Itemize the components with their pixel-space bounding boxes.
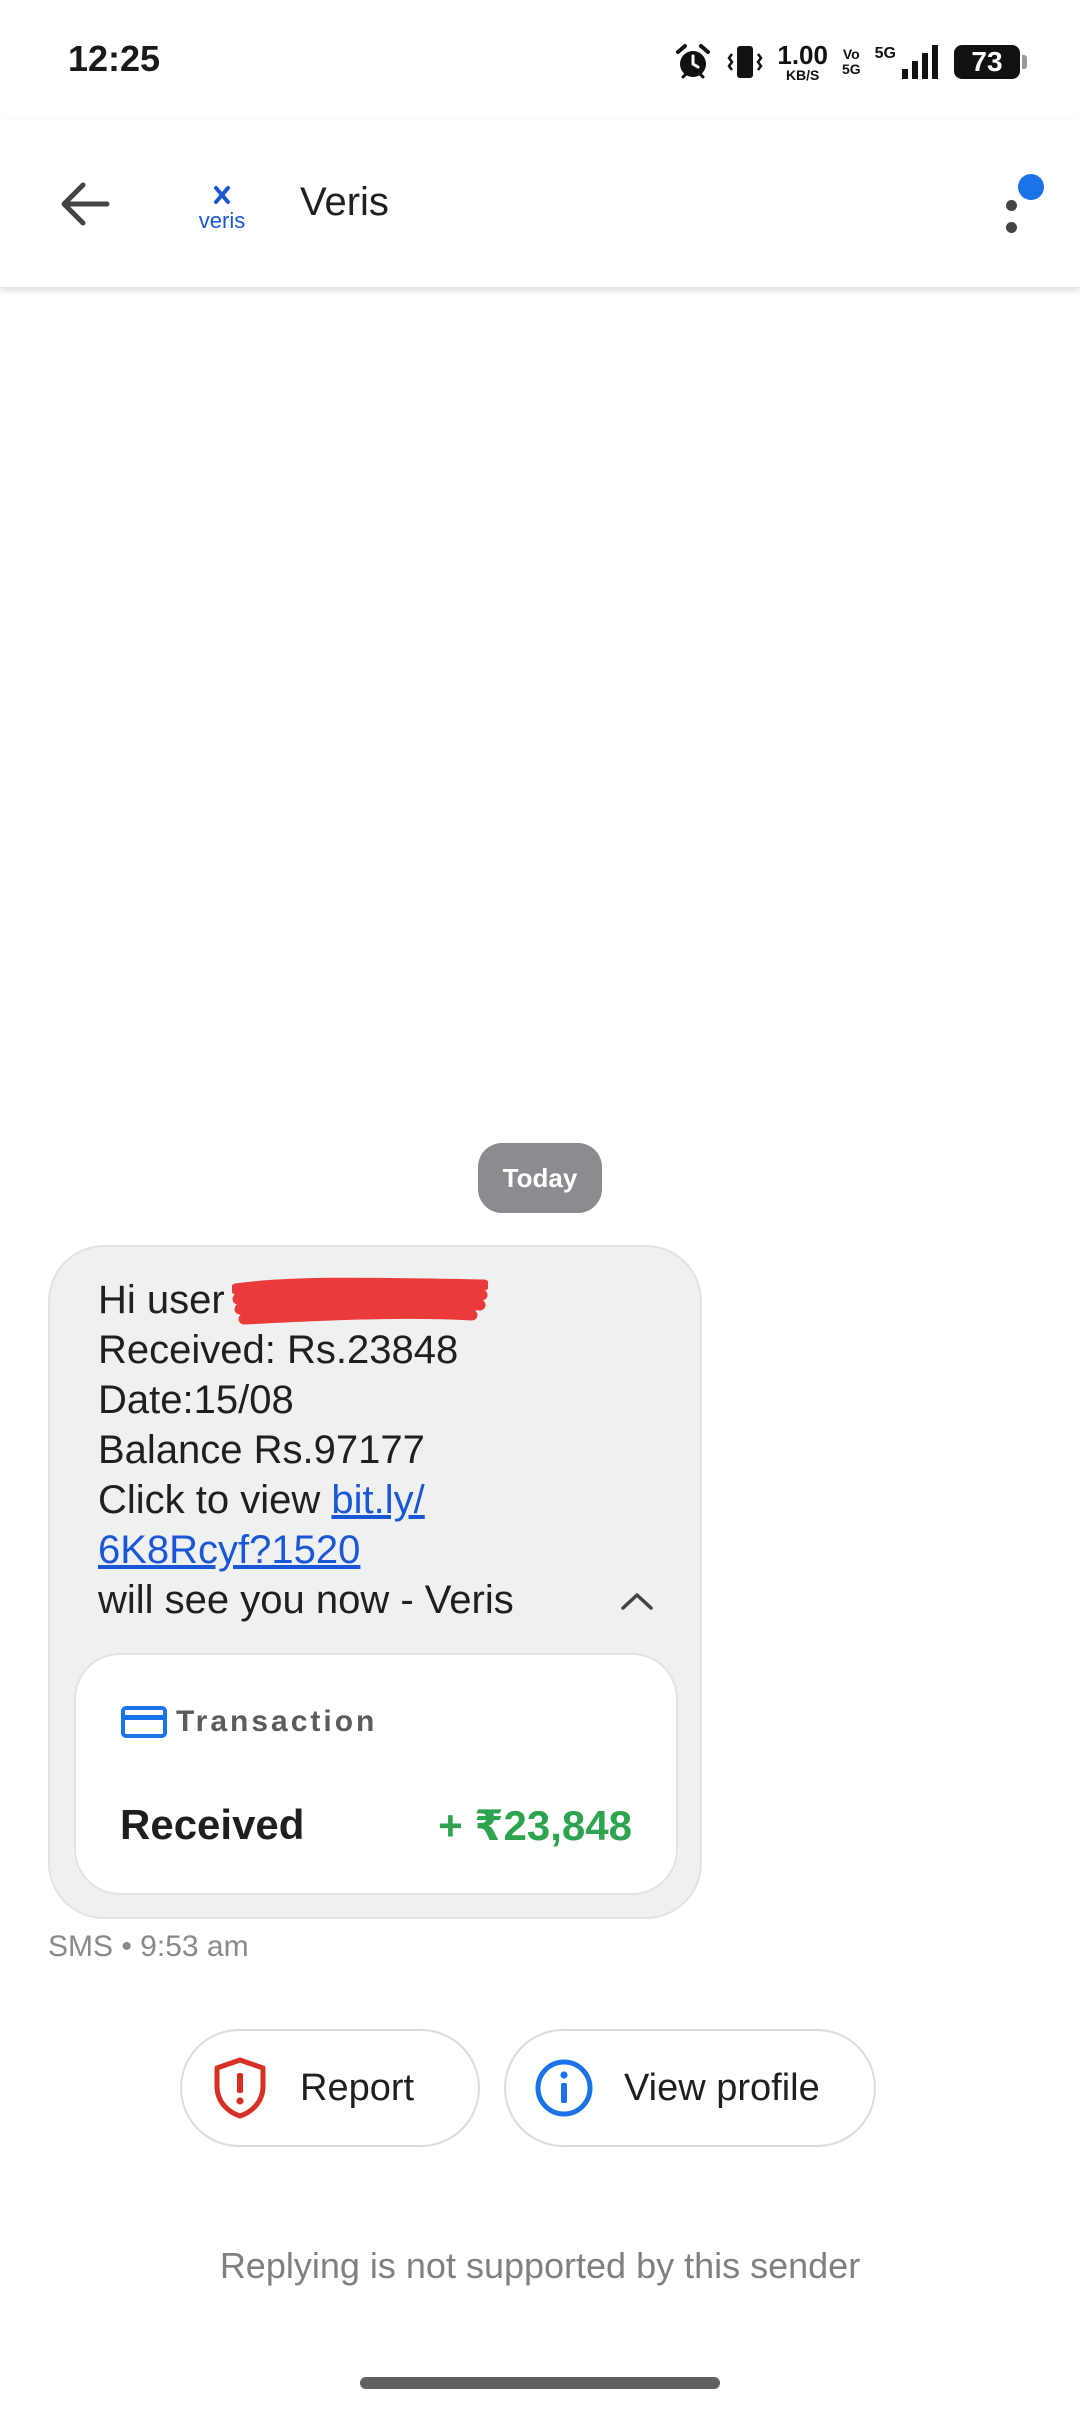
message-link[interactable]: 6K8Rcyf?1520 <box>98 1528 360 1572</box>
report-label: Report <box>300 2066 415 2109</box>
notification-badge <box>1018 174 1044 200</box>
view-profile-button[interactable]: View profile <box>504 2029 876 2147</box>
more-dot <box>1006 222 1017 233</box>
greeting-text: Hi user <box>98 1278 225 1322</box>
message-meta: SMS • 9:53 am <box>48 1930 249 1963</box>
net-speed-unit: KB/S <box>785 67 820 83</box>
report-button[interactable]: Report <box>180 2029 480 2147</box>
arrow-back-icon <box>61 182 110 226</box>
battery-level: 73 <box>971 46 1003 77</box>
conversation-title: Veris <box>300 180 389 224</box>
battery-icon: 73 <box>954 45 1027 79</box>
click-to-view-text: Click to view <box>98 1478 332 1522</box>
transaction-label: Transaction <box>176 1705 378 1738</box>
network-type: 5G <box>874 45 896 62</box>
logo-text: veris <box>199 208 245 233</box>
net-speed-value: 1.00 <box>777 40 828 70</box>
back-button[interactable] <box>50 174 120 234</box>
chevron-up-icon <box>621 1593 653 1610</box>
volte-top: Vo <box>842 46 860 63</box>
volte-indicator: Vo 5G <box>842 47 861 76</box>
message-line: Balance Rs.97177 <box>98 1428 425 1472</box>
message-line: Click to view bit.ly/ <box>98 1475 658 1525</box>
signal-icon: 5G <box>875 43 940 81</box>
volte-bottom: 5G <box>841 61 861 77</box>
message-link[interactable]: bit.ly/ <box>331 1478 424 1522</box>
home-indicator[interactable] <box>360 2377 720 2389</box>
message-line: 6K8Rcyf?1520 <box>98 1525 658 1575</box>
transaction-amount: + ₹23,848 <box>438 1802 632 1849</box>
collapse-button[interactable] <box>616 1581 658 1621</box>
message-bubble[interactable]: Hi user Received: Rs.23848 Date:15/08 Ba… <box>48 1245 702 1919</box>
more-dot <box>1006 200 1017 211</box>
transaction-card[interactable]: Transaction Received + ₹23,848 <box>74 1653 678 1895</box>
net-speed: 1.00 KB/S <box>777 42 828 82</box>
alarm-icon <box>673 42 713 82</box>
status-icons: 1.00 KB/S Vo 5G 5G 73 <box>673 38 1027 86</box>
shield-alert-icon <box>210 2056 270 2120</box>
credit-card-icon <box>121 1706 167 1738</box>
message-text: Hi user Received: Rs.23848 Date:15/08 Ba… <box>98 1275 658 1625</box>
message-line: Received: Rs.23848 <box>98 1328 459 1372</box>
app-bar: veris Veris <box>0 120 1080 288</box>
reply-not-supported-note: Replying is not supported by this sender <box>219 2245 861 2286</box>
status-bar: 12:25 1.00 KB/S Vo 5G 5G 73 <box>0 0 1080 120</box>
status-time: 12:25 <box>68 38 161 79</box>
redaction-scribble <box>232 1277 488 1325</box>
sender-logo[interactable]: veris <box>190 182 254 238</box>
message-line: will see you now - Veris <box>98 1578 514 1622</box>
vibrate-icon <box>727 42 763 82</box>
date-chip: Today <box>478 1143 602 1213</box>
more-options-button[interactable] <box>980 166 1050 246</box>
view-profile-label: View profile <box>624 2066 820 2109</box>
message-line: Date:15/08 <box>98 1378 294 1422</box>
info-icon <box>534 2056 594 2120</box>
transaction-status: Received <box>120 1801 305 1848</box>
